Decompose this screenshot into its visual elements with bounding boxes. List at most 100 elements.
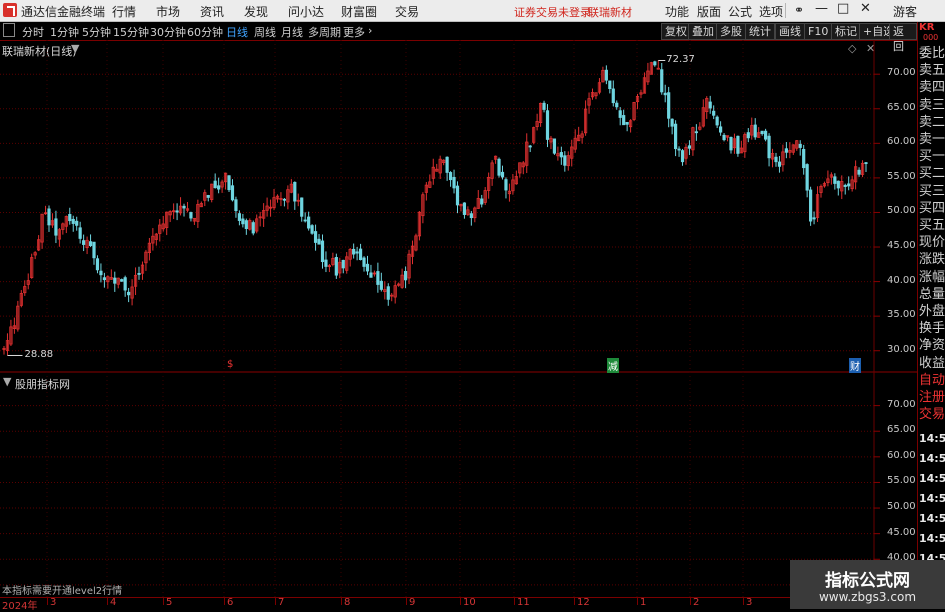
event-marker-dividend[interactable]: $: [227, 359, 233, 370]
candle-body: [542, 102, 546, 110]
x-axis-month-label: 9: [409, 597, 416, 608]
menu-faxian[interactable]: 发现: [244, 3, 268, 20]
btn-fuquan[interactable]: 复权: [661, 23, 691, 40]
period-multi[interactable]: 多周期: [308, 24, 341, 40]
period-daily[interactable]: 日线: [226, 24, 248, 40]
event-marker-reduce[interactable]: 减: [607, 358, 619, 373]
candle-body: [300, 197, 304, 217]
chevron-right-icon[interactable]: ›: [368, 24, 372, 37]
login-notice[interactable]: 证券交易未登录: [514, 4, 591, 20]
candle-body: [843, 184, 847, 187]
maximize-icon[interactable]: □: [837, 1, 849, 16]
period-1min[interactable]: 1分钟: [50, 24, 79, 40]
x-axis-tick: [460, 597, 461, 605]
menu-wenxiaoda[interactable]: 问小达: [288, 3, 324, 20]
period-30min[interactable]: 30分钟: [150, 24, 186, 40]
quote-item-label[interactable]: 交易: [919, 407, 945, 423]
x-axis: [0, 597, 790, 610]
candle-body: [341, 259, 345, 269]
quote-item-label: 现价: [919, 235, 945, 251]
price-axis-label: 30.00: [887, 343, 916, 355]
btn-tongji[interactable]: 统计: [745, 23, 775, 40]
candle-body: [719, 126, 723, 133]
candle-body: [293, 181, 297, 202]
support-icon[interactable]: ⚭: [794, 3, 804, 17]
price-axis-label: 35.00: [887, 309, 916, 321]
candle-body: [611, 88, 615, 104]
price-axis-label: 40.00: [887, 274, 916, 286]
menu-shichang[interactable]: 市场: [156, 3, 180, 20]
btn-diejia[interactable]: 叠加: [688, 23, 718, 40]
level2-notice: 本指标需要开通level2行情: [2, 586, 123, 597]
x-axis-tick: [163, 597, 164, 605]
menu-gongshi[interactable]: 公式: [728, 3, 752, 20]
menu-zixun[interactable]: 资讯: [200, 3, 224, 20]
candle-body: [95, 258, 100, 271]
candle-body: [47, 208, 51, 226]
trade-time: 14:5: [919, 532, 945, 545]
candle-body: [352, 248, 356, 255]
notice-stock[interactable]: 联瑞新材: [588, 4, 632, 20]
quote-item-label: 外盘: [919, 304, 945, 319]
btn-huaxian[interactable]: 画线: [775, 23, 805, 40]
btn-duogu[interactable]: 多股: [716, 23, 746, 40]
menu-caifuquan[interactable]: 财富圈: [341, 3, 377, 20]
price-axis-label: 70.00: [887, 67, 916, 79]
candle-body: [708, 101, 712, 109]
candle-body: [729, 136, 733, 151]
low-price-label: 28.88: [24, 349, 54, 361]
btn-f10[interactable]: F10: [804, 23, 833, 40]
panel-toggle-icon[interactable]: [3, 23, 15, 37]
x-axis-tick: [637, 597, 638, 605]
quote-item-label: 买三: [919, 183, 945, 199]
candle-body: [753, 124, 757, 138]
menu-separator: [785, 3, 786, 18]
candle-body: [857, 169, 861, 175]
minimize-icon[interactable]: —: [815, 1, 828, 16]
close-icon[interactable]: ✕: [860, 1, 871, 16]
candle-body: [445, 156, 449, 173]
candle-body: [774, 156, 778, 163]
candle-body: [99, 270, 103, 276]
candle-body: [324, 259, 328, 267]
price-axis-label: 60.00: [887, 136, 916, 148]
period-5min[interactable]: 5分钟: [82, 24, 111, 40]
candle-body: [663, 92, 667, 96]
candle-body: [241, 218, 245, 225]
candle-body: [365, 263, 370, 272]
watermark-title: 指标公式网: [825, 571, 910, 591]
quote-item-label[interactable]: 自动: [919, 373, 945, 389]
x-axis-month-label: 11: [517, 597, 530, 608]
candle-body: [694, 131, 698, 134]
period-weekly[interactable]: 周线: [254, 24, 276, 40]
quote-item-label[interactable]: 注册: [919, 390, 945, 406]
period-15min[interactable]: 15分钟: [113, 24, 149, 40]
menu-banmian[interactable]: 版面: [697, 3, 721, 20]
menu-xuanxiang[interactable]: 选项: [759, 3, 783, 20]
quote-item-label: 总量: [919, 286, 945, 302]
menu-gongneng[interactable]: 功能: [665, 3, 689, 20]
btn-biaoji[interactable]: 标记: [831, 23, 861, 40]
quote-item-label: 卖一: [919, 132, 945, 147]
period-monthly[interactable]: 月线: [281, 24, 303, 40]
candle-body: [563, 155, 567, 166]
menu-jiaoyi[interactable]: 交易: [395, 3, 419, 20]
sub-axis-label: 55.00: [887, 475, 916, 487]
candle-body: [313, 231, 318, 243]
period-more[interactable]: 更多: [343, 24, 365, 40]
event-marker-finance[interactable]: 财: [849, 358, 861, 373]
x-axis-tick: [743, 597, 744, 605]
period-fenshi[interactable]: 分时: [22, 24, 44, 40]
trade-time: 14:5: [919, 472, 945, 485]
candle-body: [504, 179, 508, 191]
candle-body: [175, 210, 179, 213]
x-axis-month-label: 4: [110, 597, 117, 608]
kline-chart[interactable]: [0, 40, 917, 600]
candle-body: [123, 277, 127, 291]
candle-body: [189, 212, 193, 219]
menu-hangqing[interactable]: 行情: [112, 3, 136, 20]
btn-fanhui[interactable]: 返回: [889, 23, 917, 53]
candle-body: [545, 110, 550, 140]
period-60min[interactable]: 60分钟: [187, 24, 223, 40]
user-label[interactable]: 游客: [893, 3, 917, 20]
